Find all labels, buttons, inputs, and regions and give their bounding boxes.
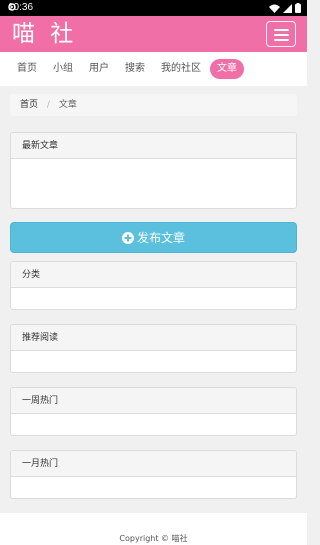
nav-item-users[interactable]: 用户 bbox=[89, 60, 109, 78]
weekly-hot-heading: 一周热门 bbox=[11, 388, 296, 414]
latest-articles-heading: 最新文章 bbox=[11, 133, 296, 159]
breadcrumb: 首页 / 文章 bbox=[10, 94, 297, 116]
breadcrumb-home[interactable]: 首页 bbox=[20, 94, 38, 116]
monthly-hot-heading: 一月热门 bbox=[11, 451, 296, 477]
weekly-hot-panel: 一周热门 bbox=[10, 387, 297, 436]
publish-article-label: 发布文章 bbox=[136, 231, 185, 245]
brand-logo[interactable]: 喵 社 bbox=[12, 18, 77, 50]
footer: Copyright © 喵社 bbox=[0, 513, 307, 545]
publish-article-button[interactable]: 发布文章 bbox=[10, 222, 297, 253]
menu-toggle-button[interactable] bbox=[266, 21, 296, 47]
nav-item-home[interactable]: 首页 bbox=[17, 60, 37, 78]
main-nav: 首页 小组 用户 搜索 我的社区 文章 bbox=[0, 52, 307, 86]
breadcrumb-current: 文章 bbox=[58, 100, 77, 110]
nav-item-search[interactable]: 搜索 bbox=[125, 60, 145, 78]
recommended-panel: 推荐阅读 bbox=[10, 324, 297, 373]
nav-item-my-community[interactable]: 我的社区 bbox=[161, 60, 201, 78]
category-panel: 分类 bbox=[10, 261, 297, 310]
category-heading: 分类 bbox=[11, 262, 296, 288]
breadcrumb-separator: / bbox=[46, 100, 50, 110]
signal-icon bbox=[283, 3, 292, 13]
plus-circle-icon bbox=[121, 225, 134, 255]
app-header: 喵 社 bbox=[0, 16, 307, 52]
status-icons bbox=[8, 2, 301, 14]
monthly-hot-panel: 一月热门 bbox=[10, 450, 297, 499]
gear-icon bbox=[7, 2, 17, 12]
copyright-text: Copyright © 喵社 bbox=[119, 534, 188, 543]
latest-articles-panel: 最新文章 bbox=[10, 132, 297, 209]
recommended-heading: 推荐阅读 bbox=[11, 325, 296, 351]
nav-item-articles[interactable]: 文章 bbox=[210, 59, 244, 79]
wifi-icon bbox=[269, 4, 280, 13]
nav-item-groups[interactable]: 小组 bbox=[53, 60, 73, 78]
battery-icon bbox=[295, 3, 301, 13]
status-bar: 10:36 bbox=[0, 0, 307, 16]
